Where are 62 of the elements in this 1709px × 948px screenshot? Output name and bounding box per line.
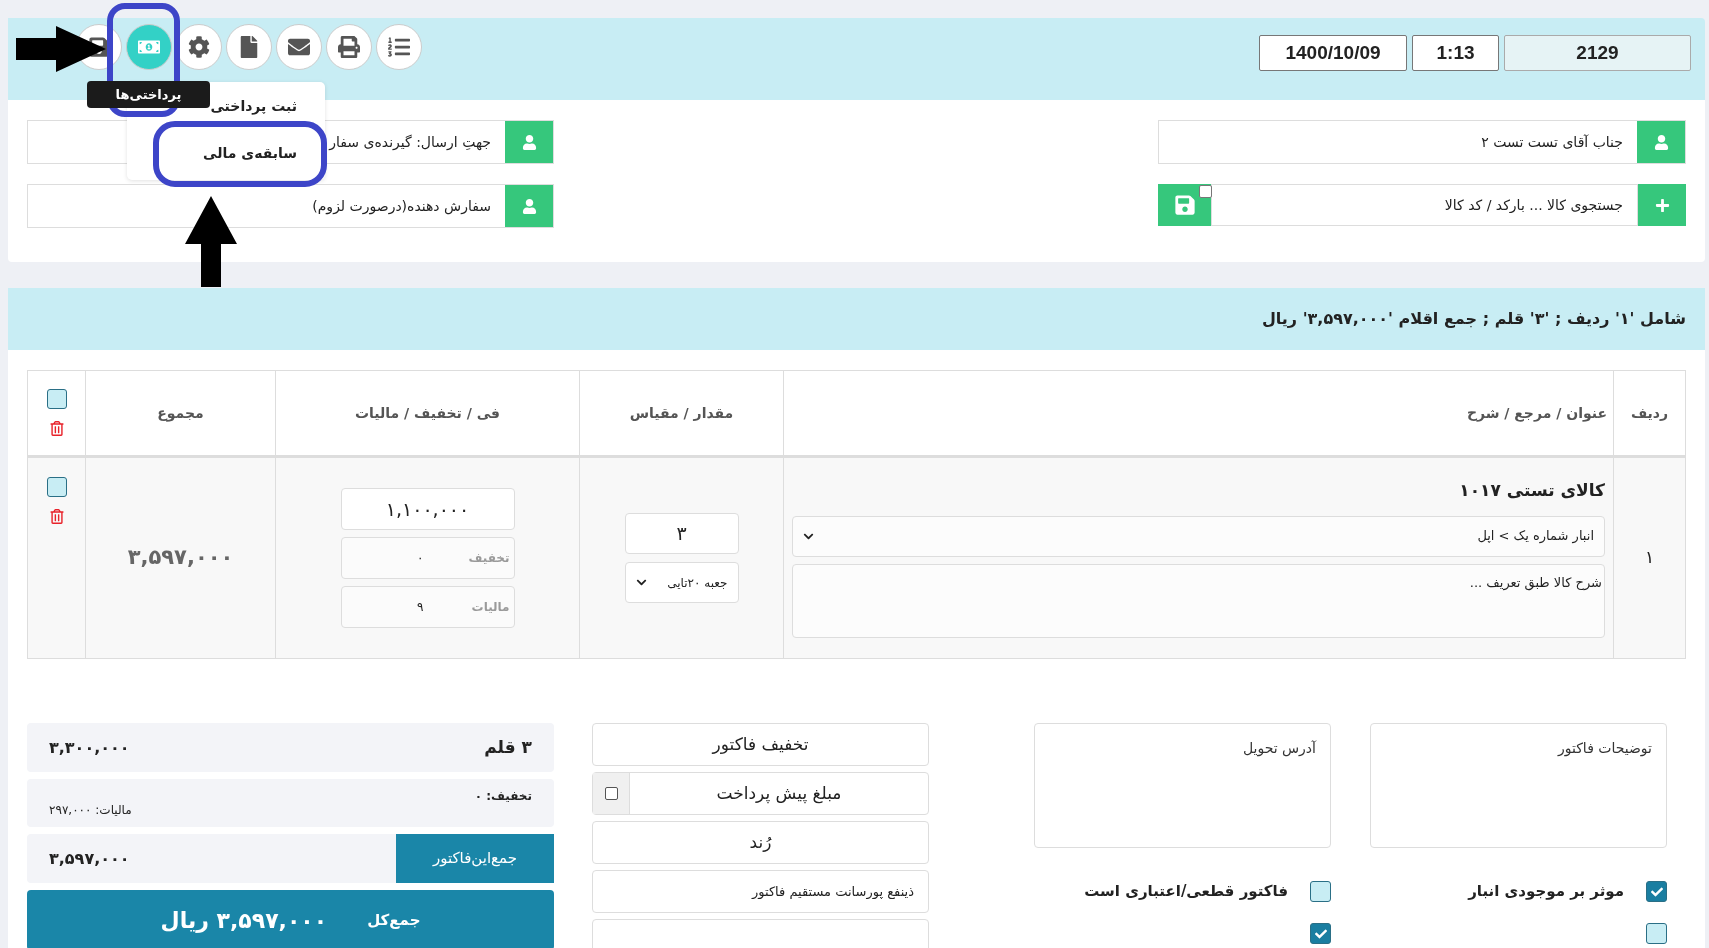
save-icon [1173, 194, 1196, 216]
prepayment-label: مبلغ پیش پرداخت [715, 781, 843, 806]
numbered-list-icon [388, 36, 410, 58]
date-field: 1400/10/09 [1259, 35, 1407, 71]
tax-total: مالیات: ۲۹۷,۰۰۰ [49, 802, 132, 819]
search-field[interactable]: جستجوی کالا ... بارکد / کد کالا [1211, 184, 1638, 226]
plus-icon [1654, 197, 1670, 213]
toolbar-button[interactable] [326, 24, 372, 70]
subtotal-amount: ۳,۳۰۰,۰۰۰ [49, 736, 130, 759]
warehouse-select[interactable]: انبار شماره یک > اپل [792, 515, 1605, 557]
checkbox[interactable] [1310, 923, 1331, 944]
invoice-total-label: جمع‌این‌فاکتور [396, 834, 554, 883]
option-label: موثر بر موجودی انبار [1468, 881, 1624, 903]
printer-icon [338, 36, 360, 58]
column-header: فی / تخفیف / مالیات [354, 403, 501, 423]
time-field: 1:13 [1412, 35, 1499, 71]
check-icon [1314, 927, 1327, 940]
menu-item[interactable]: ثبت پرداختی [210, 96, 297, 117]
action-button[interactable]: تخفیف فاکتور [592, 723, 929, 766]
action-button[interactable]: رُند [592, 821, 929, 864]
option-label: فاکتور قطعی/اعتباری است [1084, 881, 1288, 903]
discount-total: تخفیف: ۰ [474, 788, 532, 805]
chevron-down-icon [635, 577, 647, 588]
items-count: ۳ قلم [484, 735, 532, 759]
commission-field[interactable]: ذینفع پورسانت مستقیم فاکتور [592, 870, 929, 913]
checkbox[interactable] [1646, 881, 1667, 902]
product-title: کالای تستی ۱۰۱۷ [1458, 479, 1605, 502]
tooltip: پرداختی‌ها [87, 81, 210, 108]
checkbox[interactable] [1310, 881, 1331, 902]
notes-field[interactable]: توضیحات فاکتور [1370, 723, 1667, 848]
row-total: ۳,۵۹۷,۰۰۰ [127, 544, 234, 572]
invoice-total: ۳,۵۹۷,۰۰۰ [48, 847, 130, 870]
file-icon [238, 36, 260, 58]
checkbox[interactable] [604, 787, 618, 800]
trash-icon[interactable] [49, 509, 64, 524]
tax-field[interactable]: مالیات ۹ [340, 586, 515, 628]
summary-text: شامل '۱' ردیف ; '۳' قلم ; جمع اقلام '۳,۵۹۷,۰۰۰' ریال [1261, 308, 1686, 330]
price-field[interactable]: ۱,۱۰۰,۰۰۰ [340, 488, 515, 530]
toolbar-button[interactable] [276, 24, 322, 70]
column-header: مقدار / مقیاس [629, 403, 734, 423]
grand-total-label: جمع‌کل [367, 909, 421, 931]
check-icon [1650, 885, 1663, 898]
column-header: مجموع [157, 403, 204, 424]
checkbox[interactable] [46, 389, 67, 409]
row-number: ۱ [1644, 546, 1655, 570]
description-field[interactable]: شرح کالا طبق تعریف ... [792, 563, 1605, 638]
trash-icon[interactable] [49, 421, 64, 436]
document-number: 2129 [1504, 35, 1691, 71]
checkbox[interactable] [46, 477, 67, 497]
discount-field[interactable]: تخفیف ۰ [340, 537, 515, 579]
quantity-field[interactable]: ۳ [624, 513, 739, 554]
toolbar-button[interactable] [226, 24, 272, 70]
toolbar-button[interactable] [376, 24, 422, 70]
unit-select[interactable]: جعبه ۲۰تایی [624, 562, 739, 603]
envelope-icon [288, 36, 310, 58]
settings-icon [188, 36, 210, 58]
grand-total: ۳,۵۹۷,۰۰۰ ریال [160, 906, 328, 935]
notes-field[interactable]: آدرس تحویل [1034, 723, 1331, 848]
column-header: ردیف [1630, 403, 1669, 423]
checkbox[interactable] [1646, 923, 1667, 944]
checkbox[interactable] [1199, 185, 1212, 198]
column-header: عنوان / مرجع / شرح [1466, 403, 1607, 424]
